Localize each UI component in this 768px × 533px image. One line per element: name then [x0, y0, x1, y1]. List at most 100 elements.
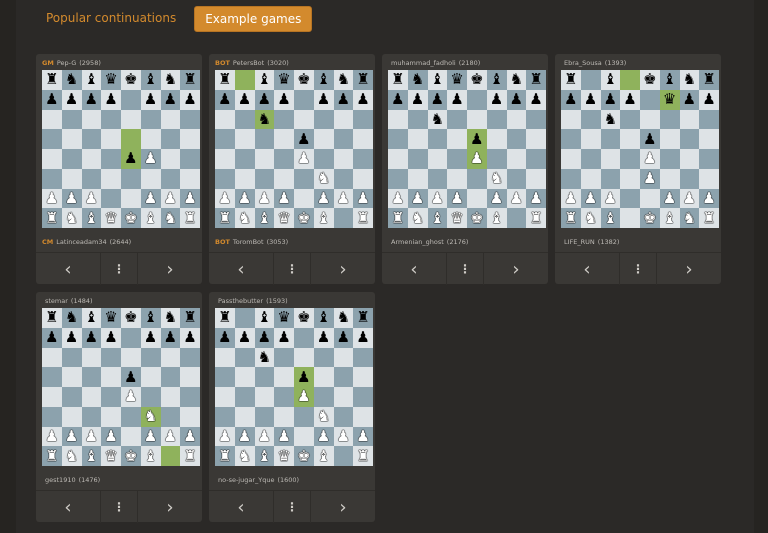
more-options-button[interactable]: ⋮ [619, 253, 657, 285]
next-move-button[interactable]: › [657, 253, 721, 285]
white-queen-icon: ♛ [277, 446, 291, 465]
board-square-h6 [699, 109, 719, 130]
board-square-e7 [121, 327, 141, 348]
prev-move-button[interactable]: ‹ [209, 253, 273, 285]
board-square-h7: ♟ [699, 89, 719, 110]
black-pawn-icon: ♟ [237, 328, 252, 347]
white-knight-icon: ♞ [682, 208, 697, 227]
black-knight-icon: ♞ [257, 109, 272, 128]
prev-move-button[interactable]: ‹ [36, 253, 100, 285]
tab-popular-continuations[interactable]: Popular continuations [36, 6, 186, 32]
game-card[interactable]: muhammad_fadholi (2180) Armenian_ghost (217… [382, 54, 548, 285]
board-square-a2: ♟ [42, 426, 62, 447]
black-bishop-icon: ♝ [316, 70, 331, 89]
player-black-label[interactable]: muhammad_fadholi (2180) [388, 59, 480, 67]
next-move-button[interactable]: › [311, 491, 375, 523]
black-bishop-icon: ♝ [430, 70, 445, 89]
game-card[interactable]: BOT PetersBot (3020) BOT ToromBot (3053) ♜ ♝ ♛ ♚ ♝… [209, 54, 375, 285]
board-square-b3 [234, 168, 255, 189]
board-square-h1: ♜ [180, 208, 200, 228]
player-white-label[interactable]: LIFE_RUN (1382) [561, 238, 619, 246]
black-rook-icon: ♜ [218, 308, 232, 327]
board-square-c7: ♟ [81, 89, 102, 110]
white-knight-icon: ♞ [64, 208, 79, 227]
player-white-label[interactable]: BOT ToromBot (3053) [215, 238, 288, 246]
game-card[interactable]: stemar (1484) gest1910 (1476) ♜ ♞ ♝ ♛ ♚ ♝ ♞ ♜ ♟ ♟ ♟ ♟ ♟ ♟… [36, 292, 202, 523]
board-square-h4 [526, 149, 546, 169]
prev-move-button[interactable]: ‹ [555, 253, 619, 285]
white-bishop-icon: ♝ [84, 208, 99, 227]
board-square-a2: ♟ [42, 188, 62, 209]
player-white-label[interactable]: gest1910 (1476) [42, 476, 100, 484]
white-pawn-icon: ♟ [643, 149, 657, 168]
next-move-button[interactable]: › [311, 253, 375, 285]
chess-board[interactable]: ♜ ♞ ♝ ♛ ♚ ♝ ♞ ♜ ♟ ♟ ♟ ♟ ♟ ♟ ♟ ♞ ♟ ♟ ♞ ♟ ♟ ♟ ♟ ♟ ♟ ♟ ♜ ♞ ♝ ♛ ♚ ♝ ♜ [388, 70, 546, 228]
black-pawn-icon: ♟ [583, 90, 598, 109]
next-move-button[interactable]: › [138, 491, 202, 523]
player-black-label[interactable]: Ebra_Sousa (1393) [561, 59, 626, 67]
board-square-g3 [333, 168, 354, 189]
black-knight-icon: ♞ [336, 308, 351, 327]
black-pawn-icon: ♟ [183, 90, 197, 109]
board-square-c6: ♞ [600, 109, 621, 130]
player-white-label[interactable]: CM Latinceadam34 (2644) [42, 238, 131, 246]
chess-board[interactable]: ♜ ♝ ♛ ♚ ♝ ♞ ♜ ♟ ♟ ♟ ♟ ♟ ♟ ♟ ♞ ♟ ♟ ♞ ♟ ♟ ♟ ♟ ♟ ♟ ♟ ♜ ♞ ♝ ♛ ♚ ♝ ♜ [215, 308, 373, 466]
board-square-g8: ♞ [506, 70, 527, 90]
board-square-h6 [180, 109, 200, 130]
player-name: Ebra_Sousa [564, 59, 602, 67]
board-square-e1: ♚ [121, 208, 141, 228]
board-square-h2: ♟ [699, 188, 719, 209]
chess-board[interactable]: ♜ ♞ ♝ ♛ ♚ ♝ ♞ ♜ ♟ ♟ ♟ ♟ ♟ ♟ ♟ ♟ ♟ ♞ ♟ ♟ ♟ ♟ ♟ ♟ ♟ ♜ ♞ ♝ ♛ ♚ ♝ ♜ [42, 308, 200, 466]
black-bishop-icon: ♝ [257, 308, 272, 327]
board-square-f1: ♝ [659, 208, 680, 228]
more-options-button[interactable]: ⋮ [100, 253, 138, 285]
player-black-label[interactable]: BOT PetersBot (3020) [215, 59, 289, 67]
board-square-c8: ♝ [81, 70, 102, 90]
player-white-label[interactable]: Armenian_ghost (2176) [388, 238, 468, 246]
board-square-f1: ♝ [313, 208, 334, 228]
board-square-b2: ♟ [61, 426, 82, 447]
board-square-g1 [506, 208, 527, 228]
game-card[interactable]: GM Pep-G (2958) CM Latinceadam34 (2644) ♜ ♞ ♝ ♛ ♚ ♝… [36, 54, 202, 285]
board-square-f8: ♝ [659, 70, 680, 90]
player-white-label[interactable]: no-se-jugar_Yque (1600) [215, 476, 299, 484]
more-options-button[interactable]: ⋮ [100, 491, 138, 523]
game-card[interactable]: Ebra_Sousa (1393) LIFE_RUN (1382) ♜ ♝ ♚ ♝ ♞ ♜ ♟ ♟ ♟ ♟… [555, 54, 721, 285]
board-square-b7: ♟ [61, 89, 82, 110]
prev-move-button[interactable]: ‹ [36, 491, 100, 523]
chess-board[interactable]: ♜ ♝ ♚ ♝ ♞ ♜ ♟ ♟ ♟ ♟ ♛ ♟ ♟ ♞ ♟ ♟ ♟ ♟ ♟ ♟ ♟ ♟ ♟ ♜ ♞ ♝ ♚ ♝ ♞ ♜ [561, 70, 719, 228]
white-bishop-icon: ♝ [430, 208, 445, 227]
board-square-h7: ♟ [180, 89, 200, 110]
game-card[interactable]: Passthebutter (1593) no-se-jugar_Yque (1600… [209, 292, 375, 523]
board-square-h2: ♟ [526, 188, 546, 209]
chess-board[interactable]: ♜ ♝ ♛ ♚ ♝ ♞ ♜ ♟ ♟ ♟ ♟ ♟ ♟ ♟ ♞ ♟ ♟ ♞ ♟ ♟ ♟ ♟ ♟ ♟ ♟ ♜ ♞ ♝ ♛ ♚ ♝ ♜ [215, 70, 373, 228]
more-options-button[interactable]: ⋮ [273, 253, 311, 285]
board-square-d4 [274, 387, 294, 407]
black-queen-icon: ♛ [277, 70, 291, 89]
next-move-button[interactable]: › [484, 253, 548, 285]
player-black-label[interactable]: Passthebutter (1593) [215, 297, 288, 305]
board-square-d6 [447, 109, 467, 130]
black-pawn-icon: ♟ [356, 328, 370, 347]
player-black-label[interactable]: stemar (1484) [42, 297, 93, 305]
player-rating: (1476) [78, 476, 101, 484]
white-pawn-icon: ♟ [336, 188, 351, 207]
black-pawn-icon: ♟ [430, 90, 445, 109]
more-options-button[interactable]: ⋮ [273, 491, 311, 523]
board-square-h6 [353, 109, 373, 130]
board-square-g6 [160, 109, 181, 130]
more-options-button[interactable]: ⋮ [446, 253, 484, 285]
board-square-g6 [679, 109, 700, 130]
player-rating: (3053) [266, 238, 289, 246]
player-black-label[interactable]: GM Pep-G (2958) [42, 59, 101, 67]
board-square-f4 [313, 149, 334, 169]
board-square-a1: ♜ [561, 208, 581, 228]
prev-move-button[interactable]: ‹ [382, 253, 446, 285]
board-square-e6 [467, 109, 487, 130]
chess-board[interactable]: ♜ ♞ ♝ ♛ ♚ ♝ ♞ ♜ ♟ ♟ ♟ ♟ ♟ ♟ ♟ ♟ ♟ ♟ ♟ ♟ ♟ ♟ ♟ ♜ ♞ ♝ ♛ ♚ ♝ ♞ ♜ [42, 70, 200, 228]
tab-example-games[interactable]: Example games [194, 6, 313, 32]
next-move-button[interactable]: › [138, 253, 202, 285]
board-square-d1: ♛ [274, 446, 294, 466]
prev-move-button[interactable]: ‹ [209, 491, 273, 523]
player-rating: (2176) [446, 238, 469, 246]
